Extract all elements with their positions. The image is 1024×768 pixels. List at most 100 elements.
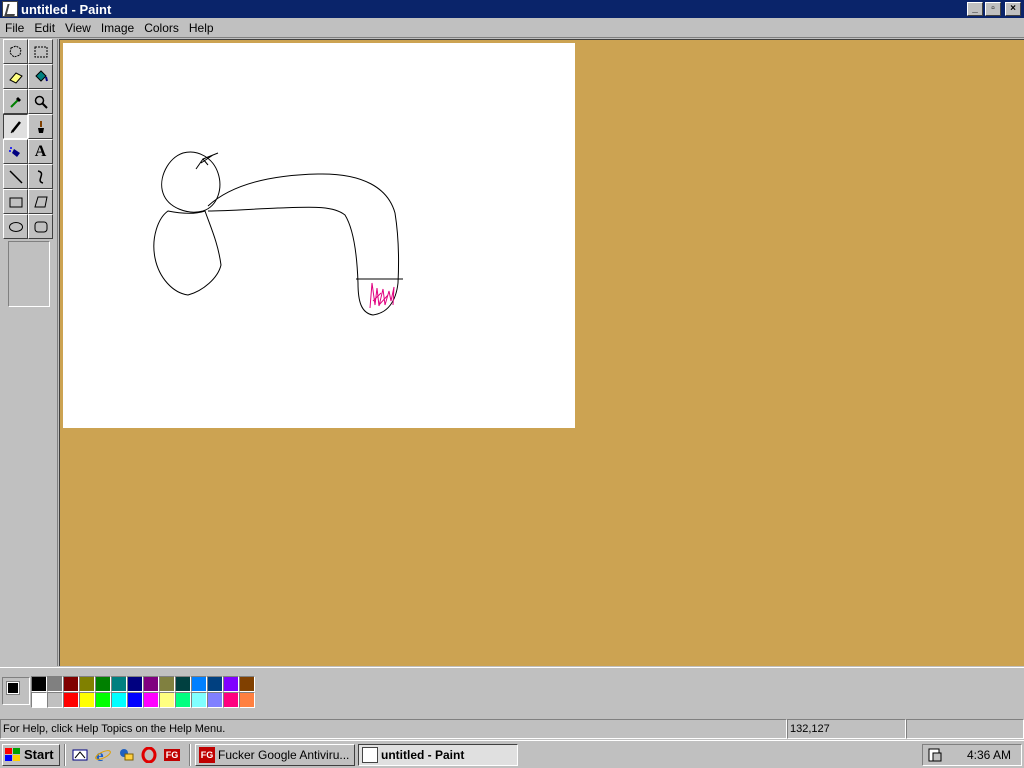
start-button[interactable]: Start <box>2 743 60 766</box>
close-button[interactable]: × <box>1005 2 1021 16</box>
tool-rounded-rectangle[interactable] <box>28 214 53 239</box>
color-swatch[interactable] <box>143 676 159 692</box>
outlook-express-icon[interactable] <box>116 745 136 765</box>
color-swatch[interactable] <box>47 692 63 708</box>
color-swatch[interactable] <box>63 692 79 708</box>
drawing-canvas[interactable] <box>63 43 575 428</box>
magnifier-icon <box>34 95 48 109</box>
eyedropper-icon <box>9 96 21 108</box>
current-colors-indicator[interactable] <box>2 677 30 705</box>
color-swatch[interactable] <box>79 676 95 692</box>
color-swatch[interactable] <box>207 692 223 708</box>
color-swatch[interactable] <box>223 692 239 708</box>
clock[interactable]: 4:36 AM <box>967 748 1011 762</box>
menu-view[interactable]: View <box>60 21 96 35</box>
task-button-fg-antivirus[interactable]: FG Fucker Google Antiviru... <box>195 743 355 766</box>
task-label: untitled - Paint <box>381 747 465 762</box>
tool-pick-color[interactable] <box>3 89 28 114</box>
color-palette-area <box>0 667 1024 717</box>
menu-help[interactable]: Help <box>184 21 219 35</box>
tool-polygon[interactable] <box>28 189 53 214</box>
color-swatch[interactable] <box>191 692 207 708</box>
menu-colors-label: Colors <box>144 20 179 35</box>
workspace <box>59 39 1024 666</box>
tool-free-form-select[interactable] <box>3 39 28 64</box>
status-size <box>906 719 1024 739</box>
status-bar: For Help, click Help Topics on the Help … <box>0 719 1024 740</box>
color-swatch[interactable] <box>31 676 47 692</box>
tool-eraser[interactable] <box>3 64 28 89</box>
start-label: Start <box>24 747 54 762</box>
color-swatch[interactable] <box>239 676 255 692</box>
brush-icon <box>37 120 44 133</box>
color-swatch[interactable] <box>191 676 207 692</box>
tool-text[interactable]: A <box>28 139 53 164</box>
tool-rectangle[interactable] <box>3 189 28 214</box>
windows-logo-icon <box>5 747 21 762</box>
task-button-paint[interactable]: untitled - Paint <box>358 743 518 766</box>
color-swatch[interactable] <box>143 692 159 708</box>
color-swatch[interactable] <box>127 692 143 708</box>
fg-icon-text: FG <box>163 748 181 761</box>
menu-edit-label: Edit <box>34 20 56 35</box>
menu-edit[interactable]: Edit <box>29 21 60 35</box>
menu-bar: File Edit View Image Colors Help <box>0 18 1024 38</box>
color-swatch[interactable] <box>239 692 255 708</box>
color-swatch[interactable] <box>207 676 223 692</box>
window-title: untitled - Paint <box>21 1 112 17</box>
menu-image[interactable]: Image <box>96 21 139 35</box>
color-swatch[interactable] <box>223 676 239 692</box>
color-swatch[interactable] <box>63 676 79 692</box>
taskbar: Start e FG FG Fucker Google Antiviru... … <box>0 740 1024 768</box>
fg-icon[interactable]: FG <box>162 745 182 765</box>
tool-select[interactable] <box>28 39 53 64</box>
tool-line[interactable] <box>3 164 28 189</box>
tool-pencil[interactable] <box>3 114 28 139</box>
tool-curve[interactable] <box>28 164 53 189</box>
airbrush-icon <box>8 146 20 157</box>
show-desktop-icon[interactable] <box>70 745 90 765</box>
menu-image-label: Image <box>100 20 135 35</box>
color-swatch[interactable] <box>95 692 111 708</box>
menu-colors[interactable]: Colors <box>139 21 184 35</box>
rectangle-icon <box>9 197 22 207</box>
line-icon <box>8 169 23 184</box>
color-swatch[interactable] <box>175 692 191 708</box>
color-swatch[interactable] <box>31 692 47 708</box>
tool-grid: A <box>3 39 53 239</box>
eraser-icon <box>8 71 23 84</box>
tool-brush[interactable] <box>28 114 53 139</box>
text-icon: A <box>34 142 47 160</box>
color-swatch[interactable] <box>175 676 191 692</box>
internet-explorer-icon[interactable]: e <box>93 745 113 765</box>
color-swatch[interactable] <box>95 676 111 692</box>
minimize-button[interactable]: _ <box>967 2 983 16</box>
color-swatch[interactable] <box>111 692 127 708</box>
paint-bucket-icon <box>34 69 48 82</box>
tray-app-icon[interactable] <box>927 747 943 763</box>
color-swatch[interactable] <box>159 692 175 708</box>
opera-icon[interactable] <box>139 745 159 765</box>
color-swatch[interactable] <box>127 676 143 692</box>
menu-help-label: Help <box>188 20 214 35</box>
system-tray: 4:36 AM <box>922 744 1022 766</box>
color-swatch[interactable] <box>159 676 175 692</box>
color-swatches <box>31 676 255 708</box>
tool-fill[interactable] <box>28 64 53 89</box>
rounded-rectangle-icon <box>34 221 47 232</box>
taskbar-separator-2 <box>189 743 191 766</box>
status-coordinates: 132,127 <box>787 719 906 739</box>
color-swatch[interactable] <box>47 676 63 692</box>
free-form-select-icon <box>8 44 22 58</box>
maximize-button[interactable]: ▫ <box>985 2 1001 16</box>
tool-magnifier[interactable] <box>28 89 53 114</box>
tool-airbrush[interactable] <box>3 139 28 164</box>
color-swatch[interactable] <box>79 692 95 708</box>
color-swatch[interactable] <box>111 676 127 692</box>
menu-file[interactable]: File <box>0 21 29 35</box>
toolbox: A <box>0 39 58 666</box>
tool-options-box[interactable] <box>8 241 50 307</box>
paint-app-icon[interactable] <box>2 1 18 17</box>
tool-ellipse[interactable] <box>3 214 28 239</box>
fg-task-icon: FG <box>199 746 215 763</box>
